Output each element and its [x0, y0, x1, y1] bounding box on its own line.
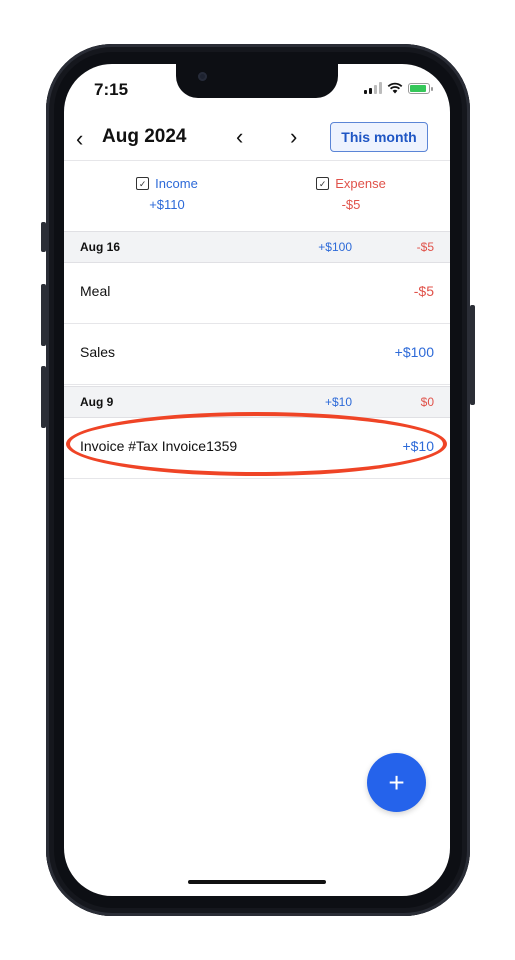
camera-icon [198, 72, 207, 81]
app-screen: 7:15 ‹ Aug 2024 ‹ › This month ✓ Income +… [64, 64, 450, 896]
home-indicator[interactable] [188, 880, 326, 884]
highlight-annotation [66, 412, 447, 476]
income-total: +$110 [149, 197, 185, 212]
header-divider [64, 160, 450, 161]
income-filter[interactable]: ✓ Income +$110 [102, 176, 232, 212]
day-income: +$100 [318, 240, 352, 254]
checkbox-icon[interactable]: ✓ [316, 177, 330, 190]
day-expense: $0 [420, 395, 434, 409]
transaction-amount: +$100 [394, 344, 434, 360]
expense-label: Expense [335, 176, 386, 191]
action-button [41, 222, 46, 252]
checkbox-icon[interactable]: ✓ [136, 177, 150, 190]
this-month-button[interactable]: This month [330, 122, 428, 152]
month-header: ‹ Aug 2024 ‹ › This month [64, 120, 450, 160]
transaction-row[interactable]: Meal -$5 [64, 263, 450, 324]
volume-up-button [41, 284, 46, 346]
status-icons [364, 82, 433, 94]
status-time: 7:15 [94, 80, 129, 99]
expense-filter[interactable]: ✓ Expense -$5 [286, 176, 416, 212]
day-income: +$10 [324, 395, 352, 409]
volume-down-button [41, 366, 46, 428]
next-month-icon[interactable]: › [290, 124, 297, 150]
prev-month-icon[interactable]: ‹ [236, 124, 243, 150]
income-label: Income [155, 176, 198, 191]
notch [176, 64, 338, 98]
transaction-row[interactable]: Sales +$100 [64, 324, 450, 385]
transaction-name: Sales [80, 344, 116, 360]
expense-total: -$5 [341, 197, 361, 212]
summary: ✓ Income +$110 ✓ Expense -$5 [64, 176, 450, 232]
month-label: Aug 2024 [102, 126, 187, 147]
transaction-amount: -$5 [413, 283, 434, 299]
back-chevron-icon[interactable]: ‹ [76, 126, 83, 152]
transaction-name: Meal [80, 283, 111, 299]
day-header-aug-16: Aug 16 +$100 -$5 [64, 231, 450, 263]
wifi-icon [387, 82, 403, 94]
battery-icon [408, 82, 433, 94]
power-button [470, 305, 475, 405]
day-date: Aug 16 [80, 240, 121, 254]
day-date: Aug 9 [80, 395, 114, 409]
day-expense: -$5 [416, 240, 434, 254]
add-transaction-button[interactable]: + [367, 753, 426, 812]
signal-icon [364, 82, 382, 94]
